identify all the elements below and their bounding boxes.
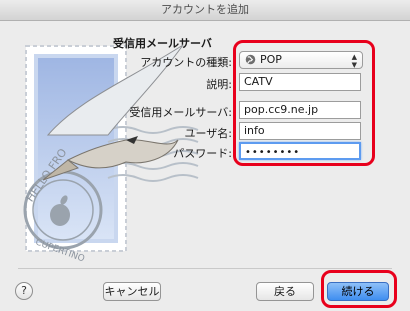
window-title: アカウントを追加 (161, 3, 249, 16)
footer-divider (18, 268, 392, 269)
continue-button[interactable]: 続ける (327, 282, 389, 301)
account-type-label: アカウントの種類: (140, 56, 232, 69)
password-label: パスワード: (173, 147, 232, 160)
back-button[interactable]: 戻る (256, 282, 314, 301)
section-title: 受信用メールサーバ (113, 37, 212, 50)
form-highlight-box (233, 40, 375, 166)
help-button[interactable]: ? (15, 282, 33, 300)
server-label: 受信用メールサーバ: (129, 106, 232, 119)
username-label: ユーザ名: (184, 127, 233, 140)
description-label: 説明: (206, 78, 232, 91)
window-titlebar: アカウントを追加 (0, 0, 410, 21)
cancel-button[interactable]: キャンセル (103, 282, 161, 301)
